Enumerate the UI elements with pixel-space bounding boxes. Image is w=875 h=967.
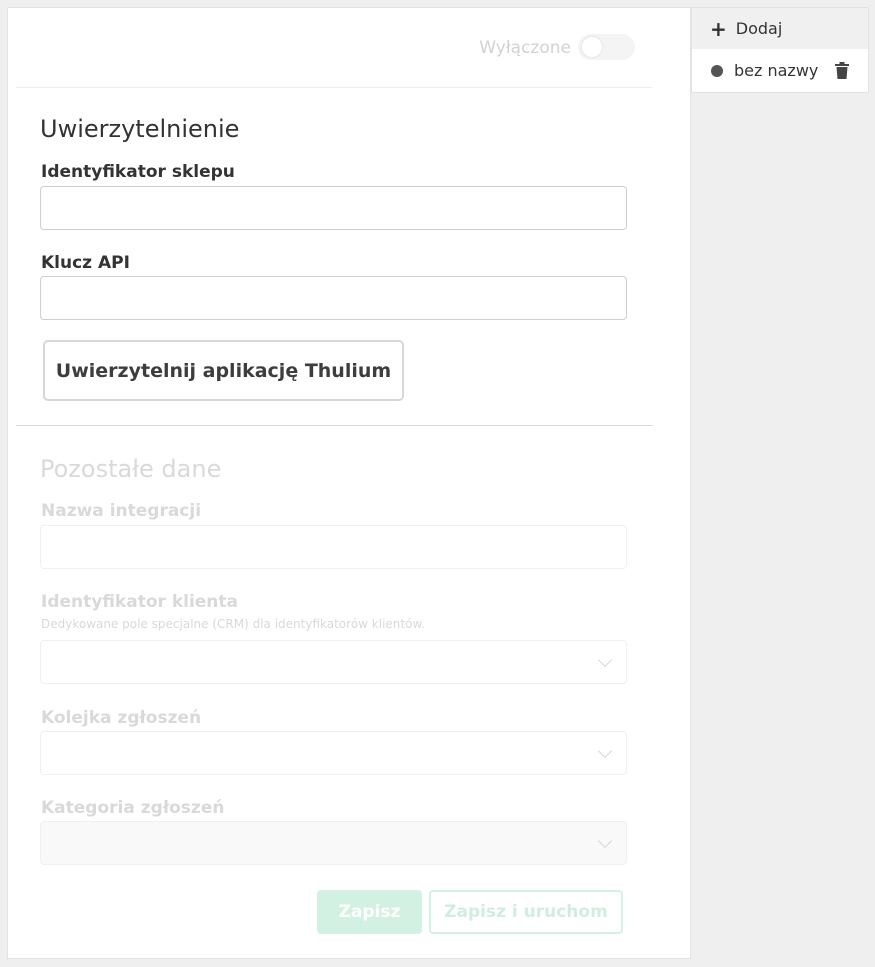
category-label: Kategoria zgłoszeń <box>41 798 225 818</box>
integration-name-field[interactable] <box>40 525 627 569</box>
chevron-down-icon <box>597 833 613 849</box>
status-toggle[interactable] <box>578 34 635 60</box>
status-toggle-label: Wyłączone <box>479 38 571 58</box>
client-id-select[interactable] <box>40 640 627 684</box>
category-select[interactable] <box>40 821 627 865</box>
integrations-sidebar: + Dodaj bez nazwy <box>691 7 869 93</box>
sidebar-item[interactable]: bez nazwy <box>692 49 868 92</box>
api-key-field[interactable] <box>40 276 627 320</box>
api-key-label: Klucz API <box>41 253 130 273</box>
chevron-down-icon <box>597 652 613 668</box>
client-id-label: Identyfikator klienta <box>41 592 239 612</box>
chevron-down-icon <box>597 743 613 759</box>
shop-id-label: Identyfikator sklepu <box>41 162 235 182</box>
queue-label: Kolejka zgłoszeń <box>41 708 202 728</box>
shop-id-input[interactable] <box>41 187 626 229</box>
client-id-hint: Dedykowane pole specjalne (CRM) dla iden… <box>41 617 425 631</box>
status-dot-icon <box>711 64 723 77</box>
save-and-run-button[interactable]: Zapisz i uruchom <box>429 890 623 934</box>
integration-name-input[interactable] <box>41 526 626 568</box>
save-button[interactable]: Zapisz <box>317 890 422 934</box>
other-section-title: Pozostałe dane <box>40 455 222 483</box>
api-key-input[interactable] <box>41 277 626 319</box>
plus-icon: + <box>710 16 727 41</box>
authenticate-button[interactable]: Uwierzytelnij aplikację Thulium <box>43 340 404 401</box>
add-label: Dodaj <box>735 19 783 38</box>
auth-section-title: Uwierzytelnienie <box>40 115 240 143</box>
section-divider <box>16 425 653 426</box>
integration-name-label: Nazwa integracji <box>41 501 202 521</box>
integration-form-panel: Wyłączone Uwierzytelnienie Identyfikator… <box>7 7 691 959</box>
trash-icon[interactable] <box>835 62 850 79</box>
queue-select[interactable] <box>40 731 627 775</box>
toggle-knob <box>582 37 602 57</box>
sidebar-item-label: bez nazwy <box>734 61 819 80</box>
add-integration-button[interactable]: + Dodaj <box>692 8 868 49</box>
shop-id-field[interactable] <box>40 186 627 230</box>
status-toggle-row: Wyłączone <box>16 8 652 88</box>
